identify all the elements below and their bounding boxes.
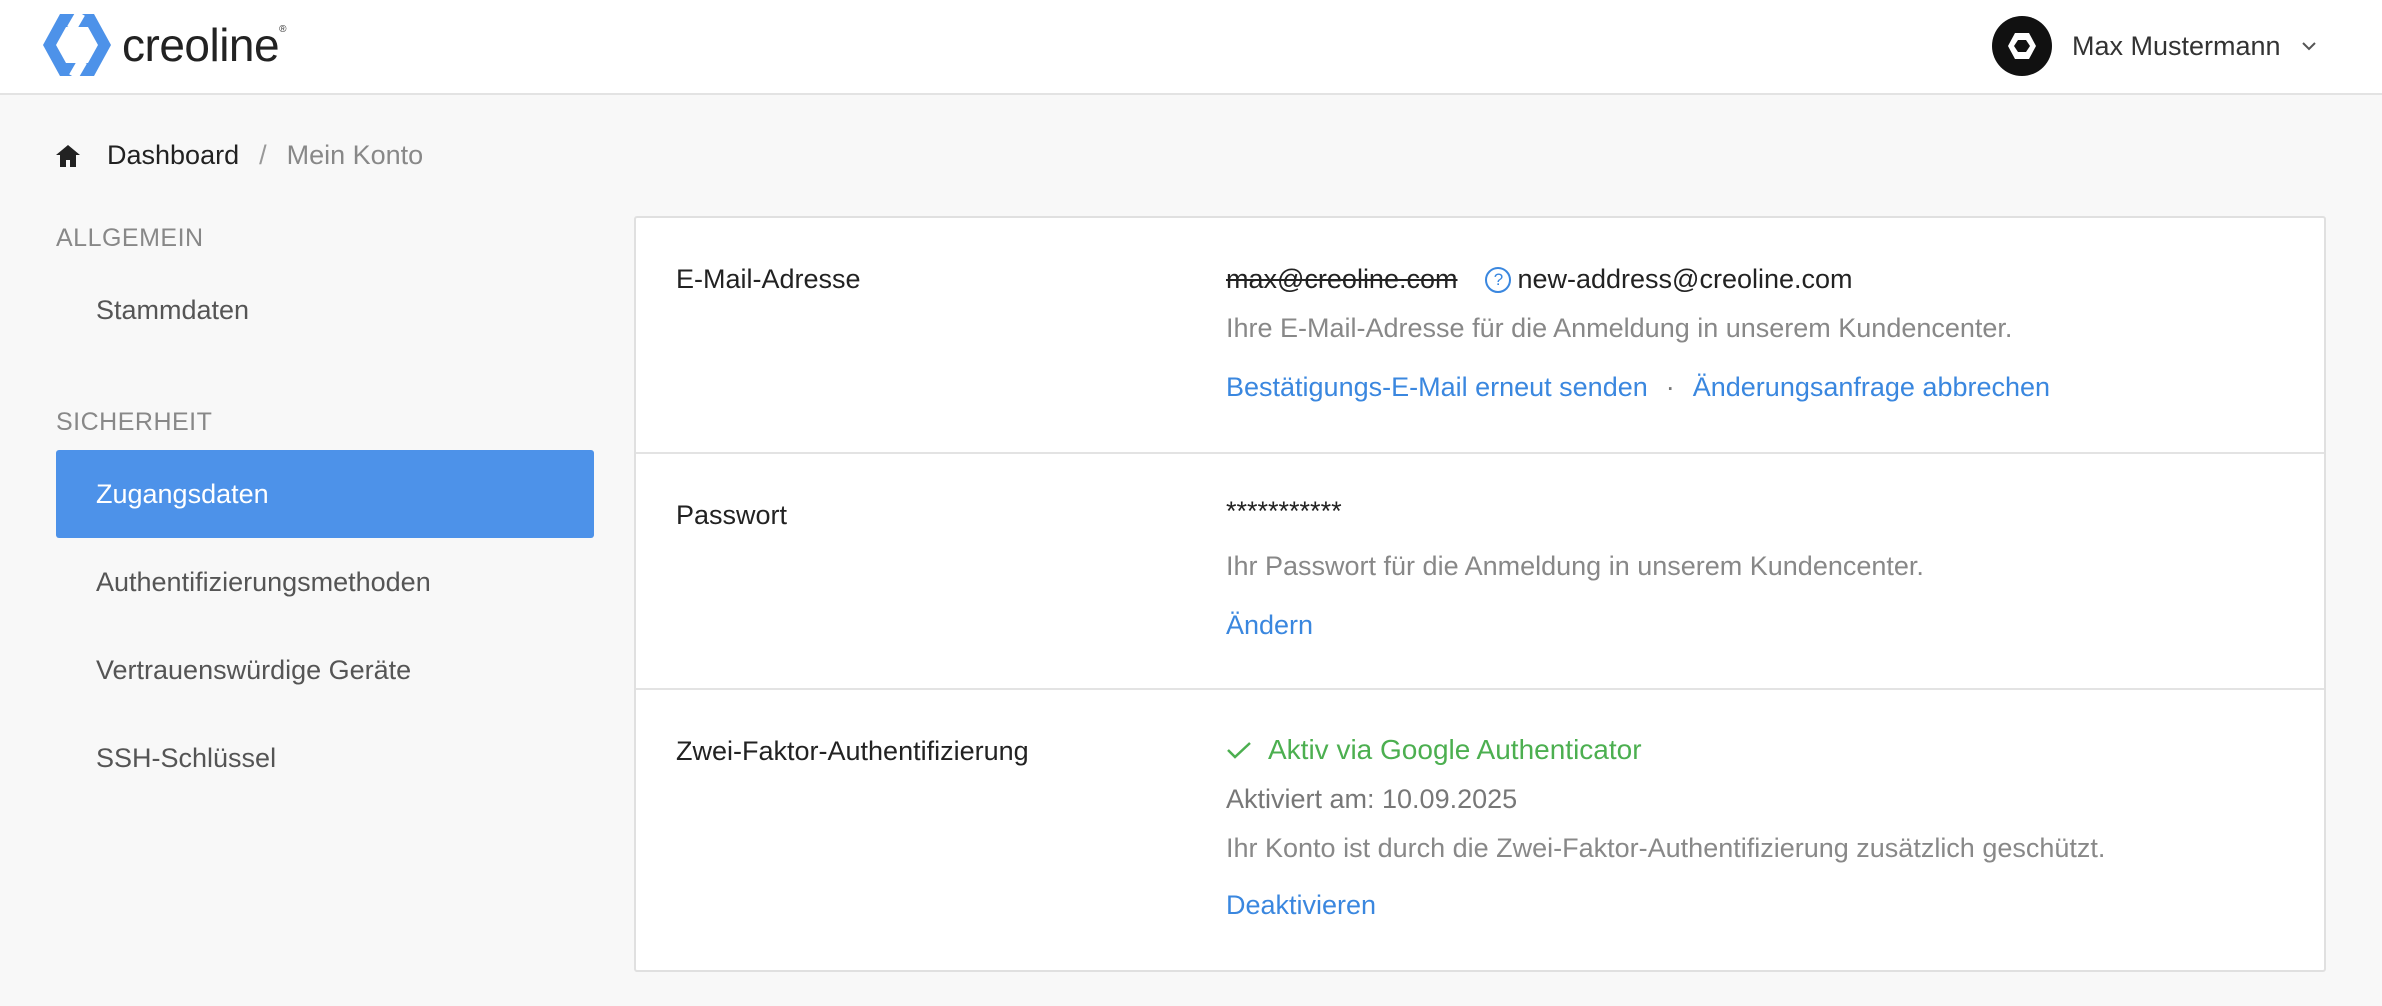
sidebar-item-zugangsdaten[interactable]: Zugangsdaten	[56, 450, 594, 538]
email-label: E-Mail-Adresse	[676, 264, 861, 294]
password-label: Passwort	[676, 500, 788, 530]
email-description: Ihre E-Mail-Adresse für die Anmeldung in…	[1226, 313, 2013, 343]
actions-separator: ·	[1665, 372, 1675, 402]
password-row: Passwort *********** Ihr Passwort für di…	[636, 454, 2324, 690]
credentials-card: E-Mail-Adresse max@creoline.com ? new-ad…	[634, 216, 2326, 972]
breadcrumb: Dashboard / Mein Konto	[55, 140, 423, 171]
email-row: E-Mail-Adresse max@creoline.com ? new-ad…	[636, 218, 2324, 454]
avatar-logo-icon	[2008, 33, 2036, 59]
breadcrumb-dashboard-link[interactable]: Dashboard	[107, 140, 239, 171]
user-menu[interactable]: Max Mustermann	[1992, 16, 2319, 76]
breadcrumb-current: Mein Konto	[286, 140, 424, 170]
user-name: Max Mustermann	[2072, 30, 2281, 61]
sidebar-item-stammdaten[interactable]: Stammdaten	[56, 266, 594, 354]
twofa-activated-date: Aktiviert am: 10.09.2025	[1226, 784, 1518, 814]
brand-name: creoline	[122, 19, 280, 71]
sidebar-item-ssh-schluessel[interactable]: SSH-Schlüssel	[56, 714, 594, 802]
resend-confirmation-link[interactable]: Bestätigungs-E-Mail erneut senden	[1226, 372, 1648, 403]
twofa-status: Aktiv via Google Authenticator	[1226, 734, 2284, 766]
avatar	[1992, 16, 2052, 76]
chevron-down-icon	[2301, 42, 2316, 51]
email-actions: Bestätigungs-E-Mail erneut senden · Ände…	[1226, 372, 2284, 403]
change-password-link[interactable]: Ändern	[1226, 610, 1313, 641]
sidebar-item-authentifizierungsmethoden[interactable]: Authentifizierungsmethoden	[56, 538, 594, 626]
twofa-status-text: Aktiv via Google Authenticator	[1268, 734, 1642, 765]
password-actions: Ändern	[1226, 610, 2284, 641]
help-icon[interactable]: ?	[1485, 266, 1512, 293]
password-content: *********** Ihr Passwort für die Anmeldu…	[1226, 496, 2284, 641]
sidebar-heading-general: ALLGEMEIN	[56, 224, 204, 252]
deactivate-twofa-link[interactable]: Deaktivieren	[1226, 890, 1376, 921]
breadcrumb-separator: /	[259, 140, 267, 170]
logo-mark-icon	[43, 12, 111, 78]
twofa-label: Zwei-Faktor-Authentifizierung	[676, 736, 1029, 766]
twofa-row: Zwei-Faktor-Authentifizierung Aktiv via …	[636, 690, 2324, 972]
twofa-actions: Deaktivieren	[1226, 890, 2284, 921]
password-value: ***********	[1226, 496, 1342, 526]
brand-logo[interactable]: creoline ®	[42, 12, 286, 78]
twofa-description: Ihr Konto ist durch die Zwei-Faktor-Auth…	[1226, 833, 2106, 863]
top-bar: creoline ® Max Mustermann	[0, 0, 2382, 95]
cancel-change-request-link[interactable]: Änderungsanfrage abbrechen	[1693, 372, 2050, 403]
old-email-value: max@creoline.com	[1226, 264, 1458, 294]
new-email-value: new-address@creoline.com	[1517, 264, 1853, 294]
home-icon[interactable]	[55, 143, 81, 169]
email-content: max@creoline.com ? new-address@creoline.…	[1226, 264, 2284, 403]
email-values: max@creoline.com ? new-address@creoline.…	[1226, 264, 2284, 295]
twofa-content: Aktiv via Google Authenticator Aktiviert…	[1226, 734, 2284, 921]
brand-registered-mark: ®	[279, 23, 287, 35]
password-description: Ihr Passwort für die Anmeldung in unsere…	[1226, 551, 1924, 581]
sidebar: ALLGEMEIN Stammdaten SICHERHEIT Zugangsd…	[56, 210, 594, 802]
check-icon	[1227, 742, 1251, 759]
sidebar-item-vertrauenswuerdige-geraete[interactable]: Vertrauenswürdige Geräte	[56, 626, 594, 714]
sidebar-heading-security: SICHERHEIT	[56, 408, 213, 436]
